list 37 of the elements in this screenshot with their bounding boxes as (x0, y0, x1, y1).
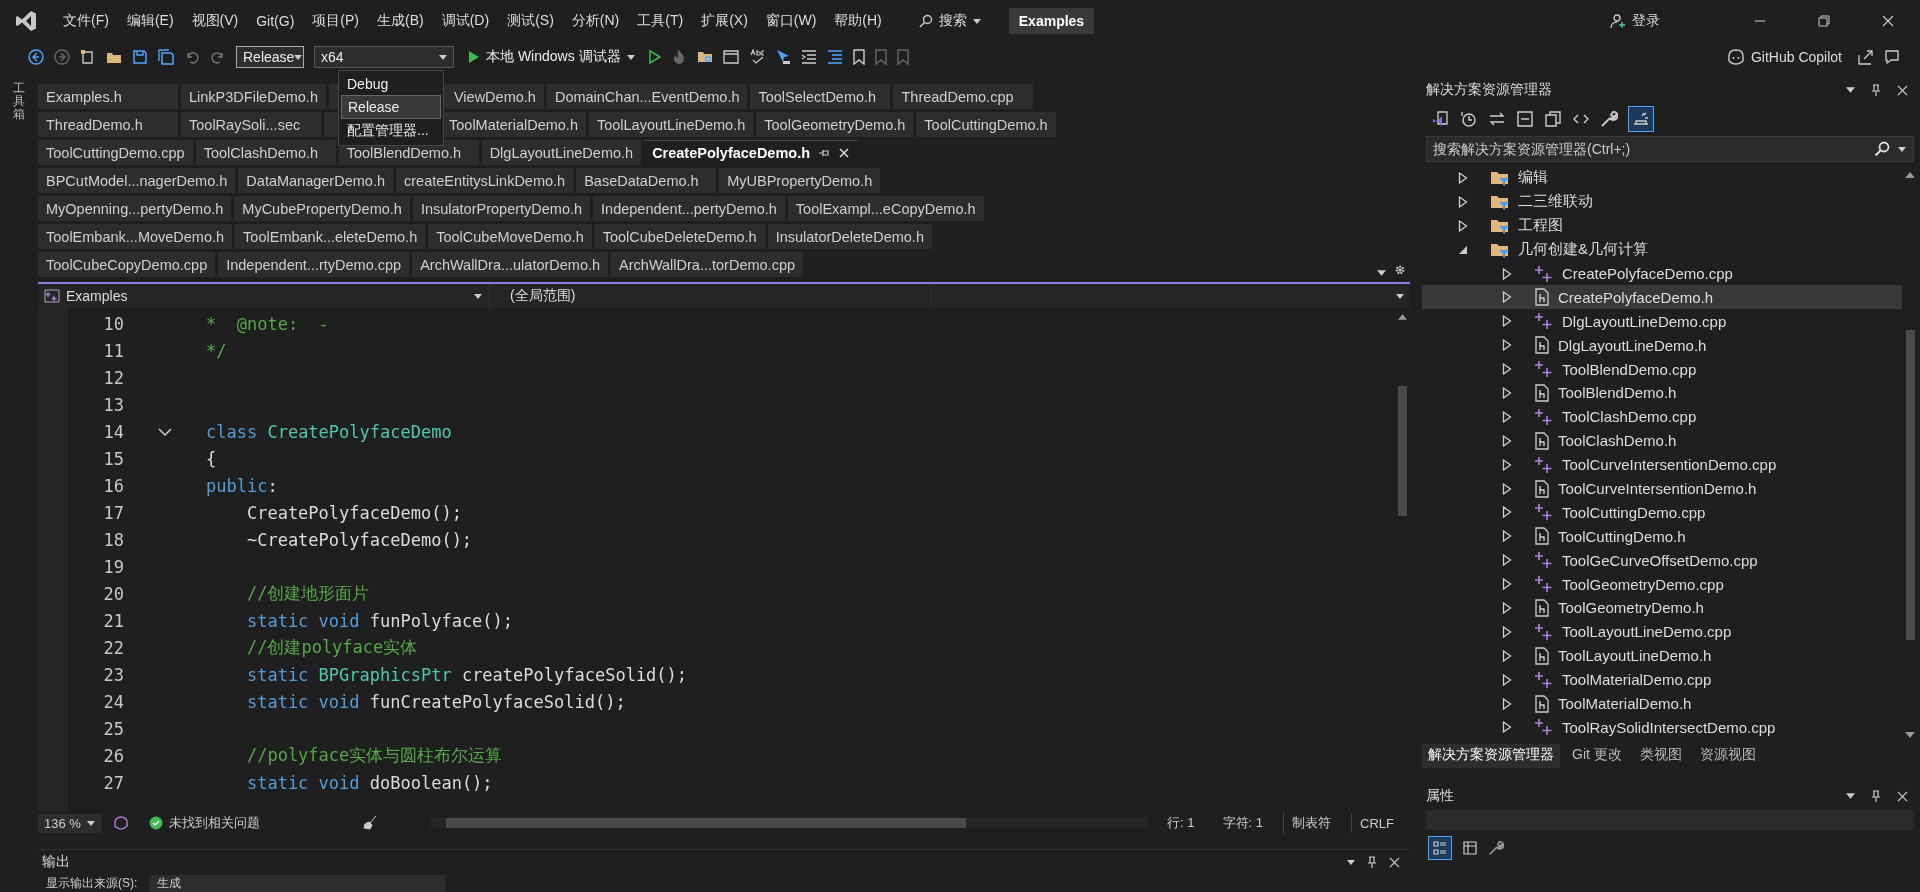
code-line: static void funPolyface(); (245, 610, 514, 631)
code-line: { (206, 448, 217, 469)
line-number: 11 (102, 340, 124, 361)
line-number: 21 (102, 610, 124, 631)
line-number: 18 (102, 529, 124, 550)
code-line: CreatePolyfaceDemo(); (245, 502, 462, 523)
line-number: 24 (102, 691, 124, 712)
line-number: 10 (102, 313, 124, 334)
solution-name: Examples (1008, 8, 1095, 34)
code-line: public: (206, 475, 278, 496)
code-line: //创建polyface实体 (245, 636, 418, 659)
code-line: * @note: - (206, 313, 329, 334)
panel-title: 解决方案资源管理器 (1426, 81, 1552, 99)
line-number: 20 (102, 583, 124, 604)
line-number: 16 (102, 475, 124, 496)
code-line: static void funCreatePolyfaceSolid(); (245, 691, 626, 712)
code-line: class CreatePolyfaceDemo (206, 421, 452, 442)
line-number: 27 (102, 772, 124, 793)
code-line: //polyface实体与圆柱布尔运算 (245, 744, 503, 767)
line-number: 22 (102, 637, 124, 658)
code-line: static BPGraphicsPtr createPolyfaceSolid(); (245, 664, 688, 685)
code-line: //创建地形面片 (245, 582, 370, 605)
code-line: */ (206, 340, 227, 361)
panel-title: 属性 (1426, 787, 1454, 805)
line-number: 19 (102, 556, 124, 577)
output-source-label: 显示输出来源(S): (46, 874, 138, 892)
line-number: 23 (102, 664, 124, 685)
line-number: 14 (102, 421, 124, 442)
line-number: 12 (102, 367, 124, 388)
code-line: ~CreatePolyfaceDemo(); (245, 529, 473, 550)
code-line: static void doBoolean(); (245, 772, 493, 793)
line-number: 17 (102, 502, 124, 523)
line-number: 26 (102, 745, 124, 766)
line-number: 25 (102, 718, 124, 739)
line-number: 15 (102, 448, 124, 469)
panel-title: 输出 (42, 853, 70, 871)
line-number: 13 (102, 394, 124, 415)
